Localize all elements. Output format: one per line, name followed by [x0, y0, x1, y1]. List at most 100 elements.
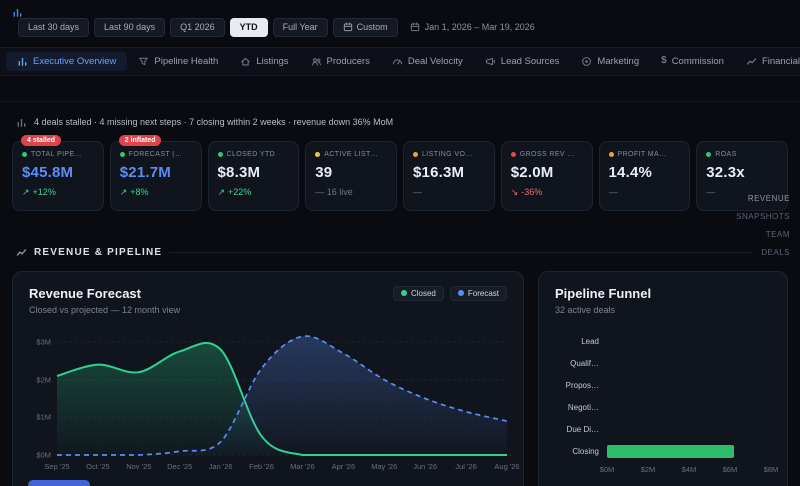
alert-bar: 4 deals stalled · 4 missing next steps ·…	[0, 117, 800, 128]
target-icon	[581, 56, 592, 67]
x-axis-label: May '26	[371, 462, 397, 471]
kpi-label: ROAS	[715, 151, 736, 158]
tab-label: Pipeline Health	[154, 56, 218, 67]
kpi-delta: ↗+22%	[218, 187, 290, 198]
filter-bar: Last 30 days Last 90 days Q1 2026 YTD Full Y…	[0, 0, 800, 37]
kpi-label-row: CLOSED YTD	[218, 151, 290, 158]
kpi-sub-text: —	[413, 187, 485, 197]
funnel-axis-label: $6M	[723, 465, 738, 474]
tab-financials[interactable]: Financials	[735, 52, 800, 71]
legend-dot	[458, 290, 464, 296]
filter-label: Custom	[357, 22, 388, 33]
tab-commission[interactable]: $Commission	[650, 52, 735, 71]
scroll-nav-revenue[interactable]: REVENUE	[748, 195, 790, 203]
funnel-bar-track	[607, 335, 771, 348]
kpi-card-closed-ytd[interactable]: CLOSED YTD$8.3M↗+22%	[208, 141, 300, 211]
x-axis-label: Dec '25	[167, 462, 192, 471]
chart-legend: Closed Forecast	[393, 286, 507, 301]
kpi-label-row: FORECAST (…	[120, 151, 192, 158]
app-logo-icon	[12, 7, 23, 18]
kpi-label: ACTIVE LIST…	[324, 151, 378, 158]
people-icon	[311, 56, 322, 67]
kpi-value: $45.8M	[22, 164, 94, 181]
kpi-label: PROFIT MA…	[618, 151, 667, 158]
filter-last-30-days[interactable]: Last 30 days	[18, 18, 89, 37]
kpi-card-gross-rev[interactable]: GROSS REV …$2.0M↘-36%	[501, 141, 593, 211]
tab-executive-overview[interactable]: Executive Overview	[6, 52, 127, 71]
tab-marketing[interactable]: Marketing	[570, 52, 650, 71]
kpi-label-row: GROSS REV …	[511, 151, 583, 158]
chart-bars-icon	[16, 117, 27, 128]
x-axis-label: Jun '26	[413, 462, 437, 471]
trend-line-icon	[16, 247, 27, 258]
kpi-sub-text: — 16 live	[315, 187, 387, 197]
filter-label: Last 30 days	[28, 22, 79, 33]
pipeline-funnel-card: Pipeline Funnel 32 active deals LeadQual…	[538, 271, 788, 486]
section-divider-line	[169, 252, 752, 253]
date-range-text: Jan 1, 2026 – Mar 19, 2026	[425, 22, 535, 32]
y-axis-label: $1M	[36, 413, 51, 422]
funnel-axis-label: $4M	[682, 465, 697, 474]
tab-pipeline-health[interactable]: Pipeline Health	[127, 52, 229, 71]
tab-label: Financials	[762, 56, 800, 67]
status-badge: 2 inflated	[119, 135, 162, 146]
alert-text: 4 deals stalled · 4 missing next steps ·…	[34, 117, 393, 127]
filter-label: Q1 2026	[180, 22, 215, 33]
tab-label: Commission	[672, 56, 724, 67]
x-axis-label: Oct '25	[86, 462, 110, 471]
scroll-nav-deals[interactable]: DEALS	[761, 249, 790, 257]
tab-listings[interactable]: Listings	[229, 52, 299, 71]
funnel-stage-label: Due Di…	[555, 425, 599, 434]
revenue-forecast-subtitle: Closed vs projected — 12 month view	[29, 305, 180, 315]
funnel-row-qualif: Qualif…	[555, 357, 771, 370]
kpi-label-row: ROAS	[706, 151, 778, 158]
kpi-label: FORECAST (…	[129, 151, 183, 158]
tab-lead-sources[interactable]: Lead Sources	[474, 52, 571, 71]
kpi-card-total-pipe[interactable]: 4 stalledTOTAL PIPE…$45.8M↗+12%	[12, 141, 104, 211]
status-dot	[218, 152, 223, 157]
megaphone-icon	[485, 56, 496, 67]
filter-full-year[interactable]: Full Year	[273, 18, 328, 37]
funnel-bar-closing[interactable]	[607, 445, 734, 458]
status-dot	[315, 152, 320, 157]
calendar-icon	[410, 22, 420, 32]
y-axis-label: $2M	[36, 375, 51, 384]
kpi-card-forecast[interactable]: 2 inflatedFORECAST (…$21.7M↗+8%	[110, 141, 202, 211]
legend-item-closed[interactable]: Closed	[393, 286, 444, 301]
scroll-nav-snapshots[interactable]: SNAPSHOTS	[736, 213, 790, 221]
kpi-label: LISTING VO…	[422, 151, 473, 158]
filter-custom[interactable]: Custom	[333, 18, 398, 37]
revenue-forecast-card: Revenue Forecast Closed vs projected — 1…	[12, 271, 524, 486]
kpi-label: CLOSED YTD	[227, 151, 276, 158]
filter-q1-2026[interactable]: Q1 2026	[170, 18, 225, 37]
status-badge: 4 stalled	[21, 135, 61, 146]
tab-label: Lead Sources	[501, 56, 560, 67]
kpi-delta-value: +22%	[228, 187, 251, 197]
kpi-card-active-list[interactable]: ACTIVE LIST…39— 16 live	[305, 141, 397, 211]
kpi-label-row: ACTIVE LIST…	[315, 151, 387, 158]
x-axis-label: Apr '26	[332, 462, 356, 471]
x-axis-label: Feb '26	[249, 462, 274, 471]
x-axis: Sep '25Oct '25Nov '25Dec '25Jan '26Feb '…	[57, 462, 507, 474]
x-axis-label: Jul '26	[455, 462, 476, 471]
pipeline-funnel-title: Pipeline Funnel	[555, 286, 771, 301]
funnel-stage-label: Propos…	[555, 381, 599, 390]
status-dot	[511, 152, 516, 157]
tab-producers[interactable]: Producers	[300, 52, 381, 71]
tab-deal-velocity[interactable]: Deal Velocity	[381, 52, 474, 71]
status-dot	[609, 152, 614, 157]
kpi-card-listing-vo[interactable]: LISTING VO…$16.3M—	[403, 141, 495, 211]
kpi-card-profit-ma[interactable]: PROFIT MA…14.4%—	[599, 141, 691, 211]
legend-item-forecast[interactable]: Forecast	[450, 286, 507, 301]
funnel-bar-track	[607, 401, 771, 414]
funnel-stage-label: Negoti…	[555, 403, 599, 412]
filter-label: YTD	[240, 22, 258, 33]
kpi-value: $2.0M	[511, 164, 583, 181]
x-axis-label: Nov '25	[126, 462, 151, 471]
filter-last-90-days[interactable]: Last 90 days	[94, 18, 165, 37]
kpi-label-row: PROFIT MA…	[609, 151, 681, 158]
horizontal-scrollbar-thumb[interactable]	[28, 480, 90, 486]
scroll-nav-team[interactable]: TEAM	[766, 231, 790, 239]
funnel-bar-track	[607, 445, 771, 458]
filter-ytd[interactable]: YTD	[230, 18, 268, 37]
